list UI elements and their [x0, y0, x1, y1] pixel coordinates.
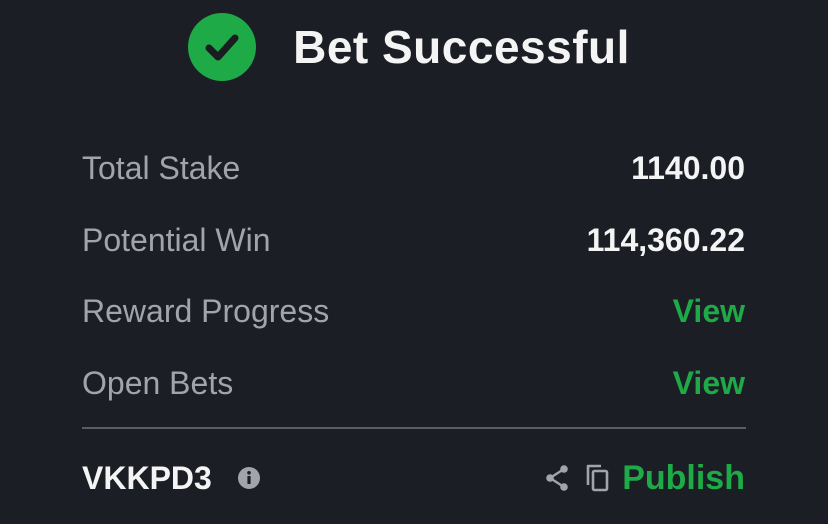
potential-win-value: 114,360.22 [586, 221, 745, 258]
publish-button[interactable]: Publish [622, 459, 745, 498]
open-bets-label: Open Bets [82, 364, 234, 401]
reward-progress-view-link[interactable]: View [673, 293, 745, 330]
reward-progress-label: Reward Progress [82, 292, 330, 329]
share-icon[interactable] [544, 464, 570, 492]
reward-progress-row: Reward Progress View [82, 286, 745, 336]
potential-win-label: Potential Win [82, 221, 271, 258]
booking-code-group: VKKPD3 [82, 460, 261, 497]
open-bets-row: Open Bets View [82, 358, 745, 408]
total-stake-label: Total Stake [82, 149, 241, 186]
potential-win-row: Potential Win 114,360.22 [82, 215, 745, 265]
footer-actions: Publish [544, 459, 745, 498]
divider [82, 427, 746, 429]
open-bets-view-link[interactable]: View [673, 365, 745, 402]
page-title: Bet Successful [293, 21, 630, 73]
bet-success-panel: Bet Successful Total Stake 1140.00 Poten… [0, 0, 828, 524]
total-stake-row: Total Stake 1140.00 [82, 143, 745, 193]
check-circle-icon [188, 13, 257, 81]
footer: VKKPD3 Publish [82, 453, 745, 503]
total-stake-value: 1140.00 [631, 149, 745, 186]
header: Bet Successful [0, 12, 828, 82]
info-icon[interactable] [237, 466, 261, 490]
copy-icon[interactable] [584, 463, 610, 493]
booking-code: VKKPD3 [82, 459, 212, 496]
